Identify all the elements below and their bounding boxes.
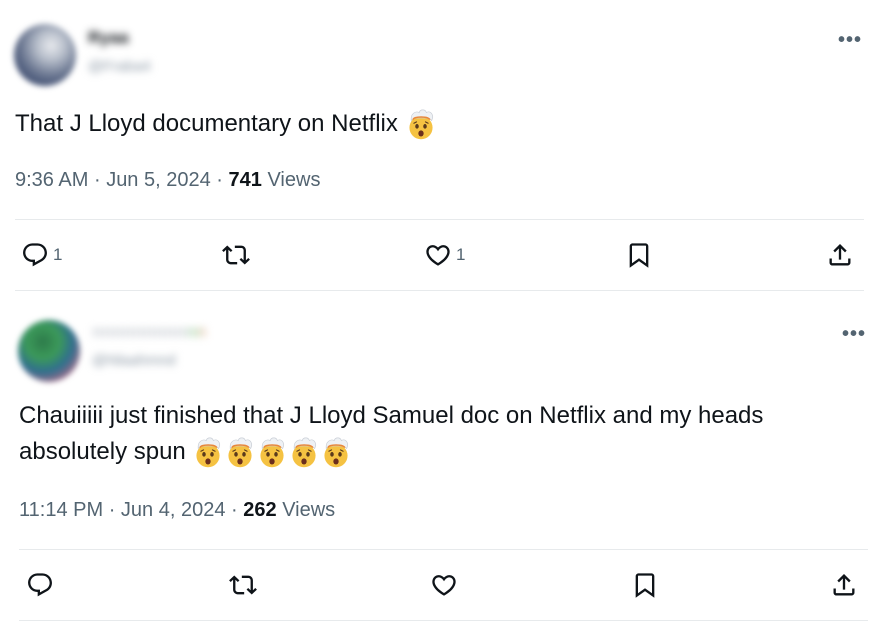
tweet-2: nnnnnnnnnnn @Nlaahmnd ••• Chauiiiii just… (0, 292, 892, 625)
divider (19, 549, 868, 550)
views-count: 741 (228, 169, 262, 191)
retweet-icon (229, 571, 257, 599)
like-button[interactable] (430, 571, 458, 599)
views-label: Views (267, 169, 321, 191)
reply-button[interactable]: 1 (21, 241, 62, 269)
exploding-head-emoji (288, 437, 320, 469)
avatar[interactable] (14, 24, 76, 86)
bookmark-button[interactable] (631, 571, 659, 599)
tweet-text-line: absolutely spun (19, 438, 186, 465)
meta-separator: · (93, 169, 101, 191)
reply-button[interactable] (26, 571, 54, 599)
divider (15, 219, 864, 220)
bookmark-button[interactable] (625, 241, 653, 269)
bookmark-icon (631, 571, 659, 599)
views-count: 262 (243, 499, 277, 521)
tweet-text-content: That J Lloyd documentary on Netflix (15, 110, 398, 137)
share-button[interactable] (830, 571, 858, 599)
views-label: Views (282, 499, 336, 521)
bookmark-icon (625, 241, 653, 269)
exploding-head-emoji (405, 109, 437, 141)
tweet-1: Ryaa @Fraba4 ••• That J Lloyd documentar… (0, 0, 892, 292)
reply-icon (26, 571, 54, 599)
like-count: 1 (456, 245, 466, 264)
more-icon[interactable]: ••• (842, 324, 866, 344)
exploding-head-emoji (256, 437, 288, 469)
share-icon (826, 241, 854, 269)
tweet-text: Chauiiiii just finished that J Lloyd Sam… (19, 398, 859, 470)
retweet-button[interactable] (222, 241, 250, 269)
tweet-meta: 9:36 AM · Jun 5, 2024 · 741 Views (15, 169, 320, 192)
exploding-head-emoji (224, 437, 256, 469)
like-button[interactable]: 1 (424, 241, 465, 269)
exploding-head-emoji (320, 437, 352, 469)
tweet-date[interactable]: Jun 5, 2024 (106, 169, 211, 191)
tweet-meta: 11:14 PM · Jun 4, 2024 · 262 Views (19, 499, 335, 522)
meta-separator: · (216, 169, 223, 191)
tweet-time[interactable]: 9:36 AM (15, 169, 88, 191)
author-name[interactable]: nnnnnnnnnnn (92, 322, 206, 342)
meta-separator: · (231, 499, 238, 521)
author-handle[interactable]: @Nlaahmnd (92, 352, 176, 369)
exploding-head-emoji (192, 437, 224, 469)
emoji-group (192, 438, 352, 465)
tweet-time[interactable]: 11:14 PM (19, 499, 103, 521)
heart-icon (424, 241, 452, 269)
divider (15, 290, 864, 291)
share-button[interactable] (826, 241, 854, 269)
divider (19, 620, 868, 621)
more-icon[interactable]: ••• (838, 30, 862, 50)
avatar[interactable] (18, 320, 80, 382)
author-name[interactable]: Ryaa (88, 28, 129, 48)
tweet-date[interactable]: Jun 4, 2024 (121, 499, 226, 521)
retweet-icon (222, 241, 250, 269)
reply-icon (21, 241, 49, 269)
retweet-button[interactable] (229, 571, 257, 599)
reply-count: 1 (53, 245, 63, 264)
heart-icon (430, 571, 458, 599)
tweet-text-line: Chauiiiii just finished that J Lloyd Sam… (19, 402, 764, 429)
author-handle[interactable]: @Fraba4 (88, 58, 151, 75)
share-icon (830, 571, 858, 599)
tweet-text: That J Lloyd documentary on Netflix (15, 106, 437, 142)
meta-separator: · (108, 499, 116, 521)
